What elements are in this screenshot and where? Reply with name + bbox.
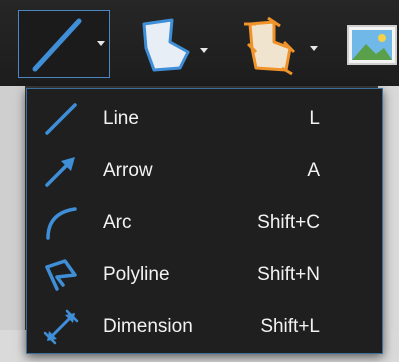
toolbar	[0, 0, 399, 86]
dimension-icon	[43, 309, 79, 345]
menu-item-label: Arrow	[103, 160, 153, 181]
chevron-down-icon[interactable]	[200, 48, 208, 53]
menu-item-label: Dimension	[103, 316, 193, 337]
freehand-shape-tool-button[interactable]	[230, 8, 322, 76]
line-tools-dropdown-menu: Line L Arrow A Arc Shift+C Polyline Shif…	[26, 88, 383, 354]
menu-item-label: Line	[103, 108, 139, 129]
menu-item-shortcut: Shift+L	[260, 316, 320, 337]
menu-item-arc[interactable]: Arc Shift+C	[27, 197, 382, 249]
menu-item-label: Arc	[103, 212, 132, 233]
menu-item-polyline[interactable]: Polyline Shift+N	[27, 249, 382, 301]
shape-tool-icon	[142, 18, 190, 72]
freehand-shape-tool-icon	[244, 16, 296, 76]
image-tool-button[interactable]	[340, 8, 399, 76]
menu-item-shortcut: A	[307, 160, 320, 181]
polyline-icon	[45, 259, 77, 291]
menu-item-shortcut: Shift+C	[257, 212, 320, 233]
line-icon	[45, 103, 77, 135]
arc-icon	[46, 207, 77, 240]
shape-tool-button[interactable]	[124, 8, 212, 76]
line-tool-icon	[32, 18, 82, 72]
menu-item-shortcut: L	[309, 108, 320, 129]
menu-item-dimension[interactable]: Dimension Shift+L	[27, 301, 382, 353]
menu-item-shortcut: Shift+N	[257, 264, 320, 285]
line-tool-button[interactable]	[18, 10, 110, 78]
menu-item-label: Polyline	[103, 264, 170, 285]
menu-item-line[interactable]: Line L	[27, 93, 382, 145]
chevron-down-icon[interactable]	[310, 46, 318, 51]
image-tool-icon	[347, 25, 397, 65]
arrow-icon	[45, 157, 75, 187]
menu-item-arrow[interactable]: Arrow A	[27, 145, 382, 197]
background-left-edge	[0, 86, 25, 362]
chevron-down-icon[interactable]	[97, 41, 105, 46]
